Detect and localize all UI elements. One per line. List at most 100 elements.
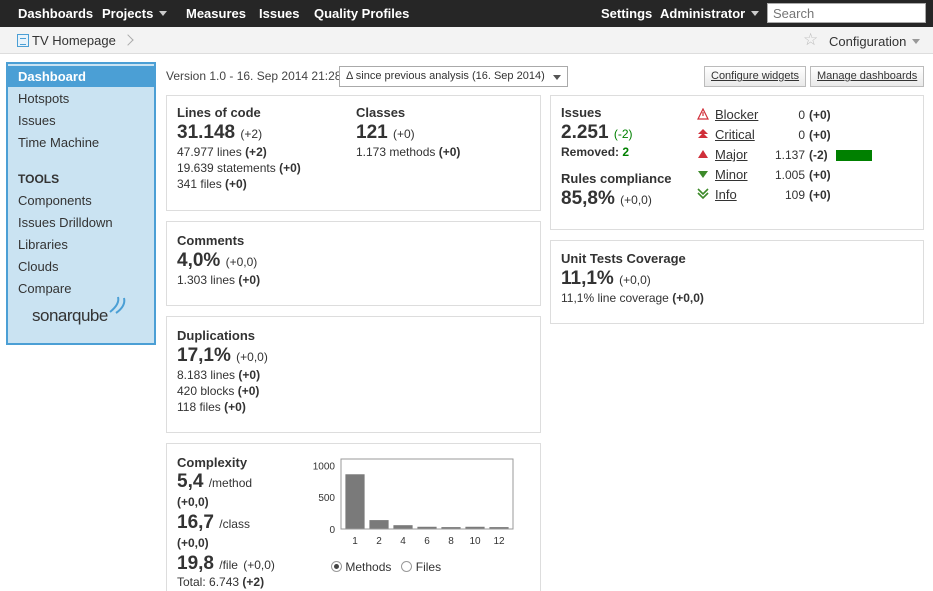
duplications-title: Duplications <box>177 328 256 343</box>
coverage-value[interactable]: 11,1% (+0,0) <box>561 268 651 290</box>
chart-bar <box>369 520 389 529</box>
nav-quality-profiles[interactable]: Quality Profiles <box>314 6 409 21</box>
files-metric[interactable]: 341 files (+0) <box>177 177 247 191</box>
dup-files-value: 118 files <box>177 400 221 414</box>
per-file-value: 19,8 <box>177 553 214 574</box>
sidebar-item-hotspots[interactable]: Hotspots <box>8 88 154 109</box>
lines-metric[interactable]: 47.977 lines (+2) <box>177 145 267 159</box>
chart-x-tick-label: 2 <box>376 536 382 547</box>
blocker-icon <box>697 108 709 120</box>
classes-number: 121 <box>356 122 388 143</box>
chart-x-tick-label: 10 <box>469 536 481 547</box>
issues-removed[interactable]: Removed: 2 <box>561 145 629 159</box>
comment-lines-metric[interactable]: 1.303 lines (+0) <box>177 273 260 287</box>
breadcrumb-project[interactable]: TV Homepage <box>32 33 116 48</box>
nav-dashboards[interactable]: Dashboards <box>18 6 93 21</box>
search-input[interactable] <box>767 3 926 23</box>
nav-projects[interactable]: Projects <box>102 6 168 21</box>
sidebar-item-issues[interactable]: Issues <box>8 110 154 131</box>
sidebar-item-clouds[interactable]: Clouds <box>8 256 154 277</box>
top-nav: Dashboards Projects Measures Issues Qual… <box>0 0 933 27</box>
chart-y-tick-label: 500 <box>318 493 335 504</box>
complexity-per-file[interactable]: 19,8 /file (+0,0) <box>177 553 275 575</box>
per-file-unit: /file <box>219 558 238 572</box>
major-count: 1.137 <box>774 148 805 162</box>
files-value: 341 files <box>177 177 222 191</box>
complexity-total[interactable]: Total: 6.743 (+2) <box>177 575 264 589</box>
per-method-value: 5,4 <box>177 471 204 492</box>
sidebar-item-time-machine[interactable]: Time Machine <box>8 132 154 153</box>
sidebar-item-issues-drilldown[interactable]: Issues Drilldown <box>8 212 154 233</box>
configuration-menu[interactable]: Configuration <box>829 34 921 49</box>
total-delta: (+2) <box>242 575 265 589</box>
loc-number: 31.148 <box>177 122 236 143</box>
statements-delta: (+0) <box>279 161 301 175</box>
severity-info[interactable]: Info <box>715 187 737 202</box>
statements-metric[interactable]: 19.639 statements (+0) <box>177 161 301 175</box>
user-menu[interactable]: Administrator <box>660 6 760 21</box>
radio-files[interactable] <box>401 561 413 572</box>
comments-value[interactable]: 4,0% (+0,0) <box>177 250 257 272</box>
removed-value: 2 <box>622 145 630 159</box>
dup-lines-metric[interactable]: 8.183 lines (+0) <box>177 368 260 382</box>
comments-number: 4,0% <box>177 250 221 271</box>
distribution-toggle: Methods Files <box>331 560 441 574</box>
coverage-number: 11,1% <box>561 268 614 289</box>
sidebar-tools-heading: TOOLS <box>18 172 60 186</box>
severity-major[interactable]: Major <box>715 147 748 162</box>
per-file-delta: (+0,0) <box>243 558 275 572</box>
nav-issues[interactable]: Issues <box>259 6 299 21</box>
configure-widgets-button[interactable]: Configure widgets <box>704 66 807 87</box>
complexity-per-method[interactable]: 5,4 /method <box>177 471 252 493</box>
loc-title: Lines of code <box>177 105 261 120</box>
manage-dashboards-button[interactable]: Manage dashboards <box>810 66 925 87</box>
line-coverage-metric[interactable]: 11,1% line coverage (+0,0) <box>561 291 704 305</box>
nav-measures[interactable]: Measures <box>186 6 246 21</box>
methods-metric[interactable]: 1.173 methods (+0) <box>356 145 460 159</box>
chart-x-tick-label: 6 <box>424 536 430 547</box>
nav-settings[interactable]: Settings <box>601 6 652 21</box>
duplications-value[interactable]: 17,1% (+0,0) <box>177 345 268 367</box>
dup-files-metric[interactable]: 118 files (+0) <box>177 400 246 414</box>
per-class-unit: /class <box>219 517 250 531</box>
chevron-down-icon <box>159 11 168 16</box>
sidebar-item-libraries[interactable]: Libraries <box>8 234 154 255</box>
sidebar-item-dashboard[interactable]: Dashboard <box>8 66 154 87</box>
radio-methods-label[interactable]: Methods <box>345 560 391 574</box>
loc-value[interactable]: 31.148 (+2) <box>177 122 262 144</box>
nav-projects-label: Projects <box>102 6 154 21</box>
sidebar-item-components[interactable]: Components <box>8 190 154 211</box>
complexity-per-class[interactable]: 16,7 /class <box>177 512 250 534</box>
minor-icon <box>698 171 708 178</box>
severity-minor[interactable]: Minor <box>715 167 748 182</box>
critical-delta: (+0) <box>809 128 831 142</box>
compliance-delta: (+0,0) <box>620 193 652 207</box>
issues-value[interactable]: 2.251 (-2) <box>561 122 633 144</box>
lines-delta: (+2) <box>245 145 267 159</box>
period-select[interactable]: Δ since previous analysis (16. Sep 2014) <box>339 66 568 87</box>
logo-waves-icon <box>109 296 126 314</box>
radio-methods[interactable] <box>331 561 342 572</box>
dup-blocks-metric[interactable]: 420 blocks (+0) <box>177 384 259 398</box>
size-widget: Lines of code 31.148 (+2) 47.977 lines (… <box>166 95 541 211</box>
classes-value[interactable]: 121 (+0) <box>356 122 415 144</box>
severity-critical[interactable]: Critical <box>715 127 755 142</box>
sidebar-item-compare[interactable]: Compare <box>8 278 154 299</box>
line-coverage-value: 11,1% line coverage <box>561 291 669 305</box>
compliance-number: 85,8% <box>561 188 615 209</box>
dup-blocks-value: 420 blocks <box>177 384 235 398</box>
critical-count: 0 <box>798 128 805 142</box>
issues-widget: Issues 2.251 (-2) Removed: 2 Rules compl… <box>550 95 924 230</box>
issues-delta: (-2) <box>613 127 633 141</box>
comments-title: Comments <box>177 233 245 248</box>
radio-files-label[interactable]: Files <box>416 560 441 574</box>
breadcrumb[interactable]: TV Homepage <box>17 33 134 48</box>
chart-bars <box>345 474 509 529</box>
statements-value: 19.639 statements <box>177 161 276 175</box>
compliance-value[interactable]: 85,8% (+0,0) <box>561 188 652 210</box>
issues-title: Issues <box>561 105 602 120</box>
chart-x-tick-label: 1 <box>352 536 358 547</box>
chart-x-axis: 1 2 4 6 8 10 12 <box>352 536 505 547</box>
info-icon <box>697 188 709 200</box>
star-icon[interactable]: ☆ <box>803 31 818 48</box>
